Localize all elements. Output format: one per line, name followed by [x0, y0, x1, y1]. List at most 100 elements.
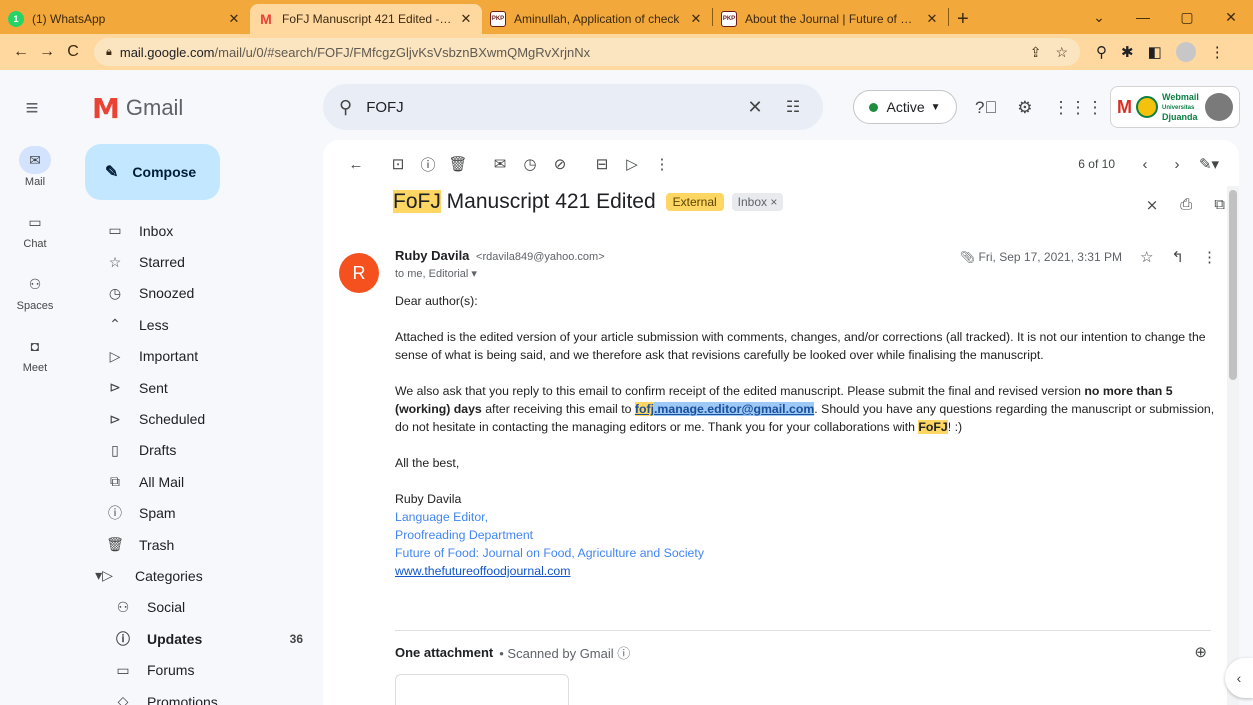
- rail-label: Chat: [23, 238, 47, 250]
- recipients-dropdown[interactable]: to me, Editorial ▾: [395, 267, 477, 280]
- nav-item-all-mail[interactable]: ⧉ All Mail: [85, 466, 315, 497]
- account-avatar[interactable]: [1205, 93, 1233, 121]
- label-as-icon[interactable]: ▷: [617, 155, 647, 173]
- browser-tab-pkp-2[interactable]: PKP About the Journal | Future of Foo ✕: [713, 4, 948, 34]
- collapse-all-icon[interactable]: ⨯: [1146, 196, 1159, 214]
- apps-grid-icon[interactable]: ⋮⋮⋮: [1052, 98, 1103, 118]
- add-task-icon[interactable]: ⊘: [545, 155, 575, 173]
- status-dropdown[interactable]: Active ▼: [853, 90, 957, 124]
- mail-nav: ▭ Inbox ☆ Starred ◷ Snoozed ⌃ Less ▷ Importan…: [85, 215, 315, 705]
- older-icon[interactable]: ›: [1161, 156, 1193, 173]
- rail-item-spaces[interactable]: ⚇ Spaces: [0, 270, 70, 332]
- sender-name[interactable]: Ruby Davila: [395, 248, 469, 263]
- puzzle-icon[interactable]: ✱: [1121, 43, 1134, 61]
- editor-email-link[interactable]: fofj.manage.editor@gmail.com: [634, 402, 815, 416]
- tab-search-icon[interactable]: ⌄: [1077, 9, 1121, 26]
- print-icon[interactable]: ⎙: [1180, 196, 1192, 214]
- star-message-icon[interactable]: ☆: [1140, 248, 1153, 266]
- delete-icon[interactable]: 🗑︎: [443, 155, 473, 173]
- sender-line: Ruby Davila <rdavila849@yahoo.com>: [395, 248, 605, 263]
- nav-item-forums[interactable]: ▭ Forums: [85, 654, 315, 685]
- scrollbar-thumb[interactable]: [1229, 190, 1237, 380]
- nav-item-spam[interactable]: ⓘ Spam: [85, 498, 315, 529]
- nav-label: Spam: [139, 505, 176, 522]
- nav-item-important[interactable]: ▷ Important: [85, 341, 315, 372]
- message-more-icon[interactable]: ⋮: [1202, 248, 1217, 266]
- rail-item-mail[interactable]: ✉ Mail: [0, 146, 70, 208]
- email-date: Fri, Sep 17, 2021, 3:31 PM: [978, 250, 1122, 264]
- nav-item-starred[interactable]: ☆ Starred: [85, 246, 315, 277]
- nav-item-scheduled[interactable]: ⊳ Scheduled: [85, 403, 315, 434]
- sender-avatar[interactable]: R: [339, 253, 379, 293]
- nav-item-inbox[interactable]: ▭ Inbox: [85, 215, 315, 246]
- restore-icon[interactable]: ▢: [1165, 9, 1209, 26]
- reply-icon[interactable]: ↰: [1171, 248, 1184, 266]
- close-tab-icon[interactable]: ✕: [924, 11, 940, 27]
- nav-item-less[interactable]: ⌃ Less: [85, 309, 315, 340]
- reload-icon[interactable]: C: [60, 43, 86, 61]
- sender-email: <rdavila849@yahoo.com>: [476, 251, 605, 263]
- nav-item-promotions[interactable]: ◇ Promotions: [85, 686, 315, 705]
- para2-text-a: We also ask that you reply to this email…: [395, 384, 1085, 398]
- add-to-drive-icon[interactable]: ⊕: [1194, 643, 1207, 661]
- browser-tab-strip: 1 (1) WhatsApp ✕ M FoFJ Manuscript 421 E…: [0, 0, 1253, 34]
- compose-button[interactable]: ✎ Compose: [85, 144, 220, 200]
- close-tab-icon[interactable]: ✕: [226, 11, 242, 27]
- open-new-window-icon[interactable]: ⧉: [1214, 196, 1225, 214]
- attachment-thumbnail[interactable]: [395, 674, 569, 705]
- lock-icon[interactable]: 🔒︎: [106, 46, 112, 59]
- video-icon: ◘: [30, 338, 40, 354]
- snooze-icon[interactable]: ◷: [515, 155, 545, 173]
- archive-icon[interactable]: ⊡: [383, 155, 413, 173]
- main-menu-icon[interactable]: ≡: [12, 95, 52, 121]
- report-spam-icon[interactable]: ⓘ: [413, 154, 443, 175]
- url-field[interactable]: 🔒︎ mail.google.com/mail/u/0/#search/FOFJ…: [94, 38, 1080, 66]
- nav-item-snoozed[interactable]: ◷ Snoozed: [85, 278, 315, 309]
- spam-icon: ⓘ: [108, 505, 122, 522]
- input-tools-icon[interactable]: ✎▾: [1193, 155, 1225, 173]
- back-to-list-icon[interactable]: ←: [341, 156, 371, 173]
- help-icon[interactable]: ?⃝: [975, 98, 997, 118]
- search-icon[interactable]: ⚲: [339, 97, 352, 118]
- share-icon[interactable]: ⇪: [1030, 44, 1042, 61]
- close-tab-icon[interactable]: ✕: [688, 11, 704, 27]
- gmail-logo[interactable]: M Gmail: [92, 92, 272, 125]
- settings-gear-icon[interactable]: ⚙: [1017, 98, 1032, 118]
- search-options-icon[interactable]: ☷: [779, 97, 807, 117]
- search-input[interactable]: [366, 98, 733, 116]
- browser-tab-gmail[interactable]: M FoFJ Manuscript 421 Edited - am ✕: [250, 4, 482, 34]
- browser-tab-pkp-1[interactable]: PKP Aminullah, Application of check ✕: [482, 4, 712, 34]
- nav-item-social[interactable]: ⚇ Social: [85, 592, 315, 623]
- close-tab-icon[interactable]: ✕: [458, 11, 474, 27]
- more-menu-icon[interactable]: ⋮: [1210, 43, 1225, 61]
- newer-icon[interactable]: ‹: [1129, 156, 1161, 173]
- minimize-icon[interactable]: —: [1121, 9, 1165, 25]
- bookmark-star-icon[interactable]: ☆: [1055, 44, 1068, 61]
- more-options-icon[interactable]: ⋮: [647, 155, 677, 173]
- close-window-icon[interactable]: ✕: [1209, 9, 1253, 26]
- nav-item-updates[interactable]: ⓘ Updates 36: [85, 623, 315, 654]
- inbox-label-chip[interactable]: Inbox ×: [731, 193, 784, 211]
- browser-tab-whatsapp[interactable]: 1 (1) WhatsApp ✕: [0, 4, 250, 34]
- message-panel: ← ⊡ ⓘ 🗑︎ ✉ ◷ ⊘ ⊟ ▷ ⋮ 6 of 10 ‹ › ✎▾ FoFJ…: [323, 140, 1239, 705]
- profile-avatar[interactable]: [1175, 42, 1196, 62]
- nav-item-categories[interactable]: ▾▷ Categories: [85, 560, 315, 591]
- organization-account-badge[interactable]: M Webmail Universitas Djuanda: [1110, 86, 1240, 128]
- nav-item-drafts[interactable]: ▯ Drafts: [85, 435, 315, 466]
- clear-search-icon[interactable]: ✕: [741, 97, 769, 118]
- rail-item-meet[interactable]: ◘ Meet: [0, 332, 70, 394]
- subject-highlight: FoFJ: [393, 190, 441, 213]
- rail-item-chat[interactable]: ▭ Chat: [0, 208, 70, 270]
- forward-icon[interactable]: →: [34, 43, 60, 61]
- back-icon[interactable]: ←: [8, 43, 34, 61]
- nav-label: Important: [139, 348, 199, 365]
- nav-item-trash[interactable]: 🗑︎ Trash: [85, 529, 315, 560]
- subject-text: Manuscript 421 Edited: [440, 190, 656, 213]
- move-to-icon[interactable]: ⊟: [587, 155, 617, 173]
- mark-unread-icon[interactable]: ✉: [485, 155, 515, 173]
- side-panel-icon[interactable]: ◧: [1148, 43, 1162, 61]
- signature-website-link[interactable]: www.thefutureoffoodjournal.com: [395, 562, 1215, 580]
- new-tab-icon[interactable]: +: [957, 4, 969, 34]
- extension-icon[interactable]: ⚲: [1096, 43, 1107, 61]
- nav-item-sent[interactable]: ⊳ Sent: [85, 372, 315, 403]
